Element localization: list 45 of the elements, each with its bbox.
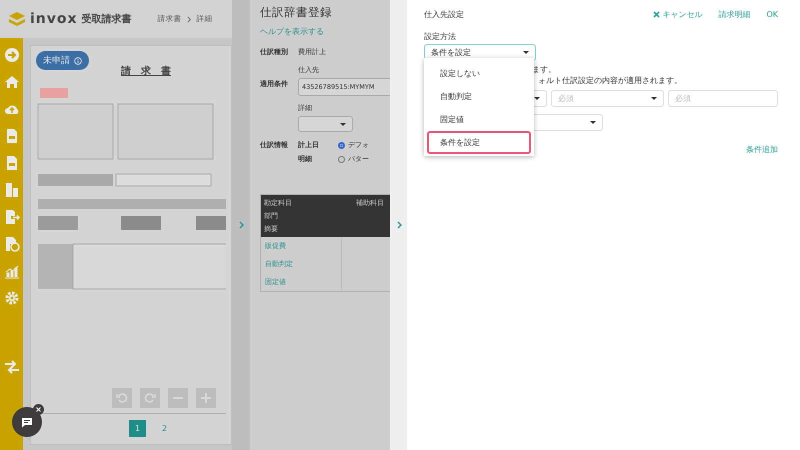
rotate-right-button[interactable] (140, 388, 160, 408)
status-badge: 未申請 (36, 51, 89, 70)
plus-icon (200, 392, 212, 404)
panel-title: 仕訳辞書登録 (260, 5, 333, 20)
dropdown-option[interactable]: 自動判定 (427, 85, 531, 108)
page-button[interactable]: 1 (129, 420, 146, 437)
field-label: 設定方法 (424, 31, 457, 42)
select-field[interactable]: 必須 (551, 90, 664, 107)
zoom-out-button[interactable] (168, 388, 188, 408)
rotate-right-icon (144, 392, 156, 404)
action-link[interactable]: 請求明細 (718, 9, 750, 20)
action-link[interactable]: OK (766, 9, 778, 20)
rotate-left-button[interactable] (112, 388, 132, 408)
product-name: 受取請求書 (82, 12, 132, 26)
swap-arrows-icon[interactable] (4, 359, 20, 375)
dropdown-option[interactable]: 条件を設定 (427, 131, 531, 154)
arrow-circle-icon[interactable] (4, 47, 20, 63)
help-text: ます。 (532, 64, 557, 75)
settings-icon[interactable] (4, 290, 20, 306)
close-icon (653, 11, 660, 18)
document-export-icon[interactable] (4, 209, 20, 225)
dropdown-option[interactable]: 設定しない (427, 62, 531, 85)
dropdown-option[interactable]: 固定値 (427, 108, 531, 131)
building-icon[interactable] (4, 182, 20, 198)
panel-title: 仕入先設定 (424, 9, 465, 20)
rotate-left-icon (116, 392, 128, 404)
chevron-icon (186, 16, 192, 22)
chevron-right-icon[interactable] (238, 221, 244, 229)
close-icon[interactable] (33, 404, 44, 415)
app-logo-text: invox (30, 11, 78, 27)
document-title: 請 求 書 (121, 64, 171, 78)
input-field[interactable]: 必須 (668, 90, 778, 107)
chevron-right-icon[interactable] (396, 221, 402, 229)
help-text: ォルト仕訳設定の内容が適用されます。 (538, 75, 683, 86)
add-condition-link[interactable]: 条件追加 (746, 145, 778, 154)
help-link[interactable]: ヘルプを表示する (260, 26, 390, 37)
zoom-in-button[interactable] (196, 388, 216, 408)
chart-icon[interactable] (4, 263, 20, 279)
chat-icon (21, 416, 33, 428)
action-link[interactable]: キャンセル (653, 9, 702, 20)
logo-icon (8, 11, 26, 27)
home-icon[interactable] (4, 74, 20, 90)
page-button[interactable]: 2 (156, 420, 173, 437)
detail-select[interactable] (298, 116, 353, 132)
document-clock-icon[interactable] (4, 236, 20, 252)
